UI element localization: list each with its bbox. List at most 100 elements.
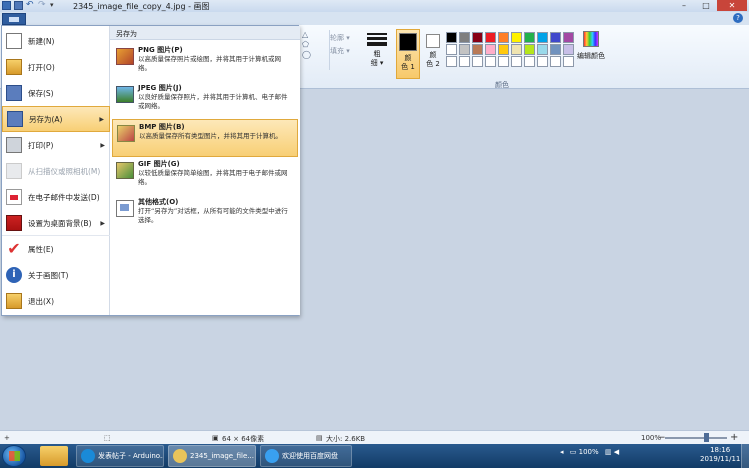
palette-color-swatch[interactable] — [511, 56, 522, 67]
save-as-icon — [7, 111, 23, 127]
palette-color-swatch[interactable] — [472, 32, 483, 43]
palette-color-swatch[interactable] — [459, 32, 470, 43]
palette-color-swatch[interactable] — [446, 32, 457, 43]
palette-color-swatch[interactable] — [524, 56, 535, 67]
palette-color-swatch[interactable] — [498, 32, 509, 43]
close-button[interactable]: ✕ — [717, 0, 747, 11]
palette-color-swatch[interactable] — [472, 56, 483, 67]
shape-fill-button[interactable]: 填充 ▾ — [330, 46, 350, 56]
palette-color-swatch[interactable] — [511, 32, 522, 43]
save-as-option[interactable]: 其他格式(O) 打开“另存为”对话框，从所有可能的文件类型中进行选择。 — [112, 195, 298, 233]
file-menu-item[interactable]: ✔ 属性(E) — [2, 236, 110, 262]
palette-color-swatch[interactable] — [524, 32, 535, 43]
zoom-in-button[interactable]: + — [730, 432, 738, 443]
speech-bubble-shape-icon[interactable]: ◯ — [302, 50, 329, 60]
palette-color-swatch[interactable] — [459, 44, 470, 55]
size-label: 粗 细 ▾ — [370, 50, 384, 67]
palette-color-swatch[interactable] — [511, 44, 522, 55]
customize-toolbar-dropdown-icon[interactable]: ▾ — [50, 1, 59, 10]
save-as-option-title: JPEG 图片(J) — [138, 84, 182, 92]
scanner-icon — [6, 163, 22, 179]
paint-app-icon[interactable] — [2, 1, 11, 10]
maximize-button[interactable]: □ — [695, 0, 717, 11]
volume-icon[interactable]: ◀ — [614, 448, 619, 456]
clock[interactable]: 18:16 2019/11/11 — [700, 446, 740, 464]
file-menu-item[interactable]: 设置为桌面背景(B) ▶ — [2, 210, 110, 236]
file-menu-button[interactable] — [2, 13, 26, 25]
zoom-slider-thumb[interactable] — [704, 433, 709, 442]
baidu-netdisk-icon — [265, 449, 279, 463]
save-as-option[interactable]: JPEG 图片(J) 以良好质量保存照片，并将其用于计算机、电子邮件或网络。 — [112, 81, 298, 119]
file-explorer-icon[interactable] — [40, 446, 68, 466]
file-menu-item[interactable]: 另存为(A) ▶ — [2, 106, 110, 132]
size-button[interactable]: 粗 细 ▾ — [365, 31, 389, 79]
minimize-button[interactable]: – — [673, 0, 695, 11]
network-icon[interactable]: ▥ — [605, 448, 612, 456]
save-as-option-title: BMP 图片(B) — [139, 123, 185, 131]
help-icon[interactable]: ? — [733, 13, 743, 23]
color-2-swatch — [426, 34, 440, 48]
palette-color-swatch[interactable] — [446, 56, 457, 67]
palette-color-swatch[interactable] — [472, 44, 483, 55]
palette-color-swatch[interactable] — [537, 56, 548, 67]
taskbar-button-baidu[interactable]: 欢迎使用百度网盘 — [260, 445, 352, 467]
file-menu-item-label: 打开(O) — [28, 62, 55, 72]
taskbar-button-arduino[interactable]: 发表帖子 - Arduino... — [76, 445, 164, 467]
shapes-gallery[interactable]: △ ⬠ ◯ — [302, 30, 330, 70]
battery-icon[interactable]: ▭ — [570, 448, 577, 456]
zoom-slider[interactable] — [665, 437, 727, 439]
palette-color-swatch[interactable] — [498, 56, 509, 67]
palette-color-swatch[interactable] — [485, 44, 496, 55]
tray-expand-icon[interactable]: ◂ — [560, 448, 564, 456]
palette-color-swatch[interactable] — [459, 56, 470, 67]
taskbar: 发表帖子 - Arduino... 2345_image_file... 欢迎使… — [0, 444, 749, 468]
palette-color-swatch[interactable] — [524, 44, 535, 55]
palette-color-swatch[interactable] — [563, 56, 574, 67]
show-desktop-button[interactable] — [741, 444, 749, 468]
color-1-button[interactable]: 颜 色 1 — [396, 29, 420, 79]
edit-colors-icon — [583, 31, 599, 47]
palette-color-swatch[interactable] — [550, 32, 561, 43]
taskbar-button-paint[interactable]: 2345_image_file... — [168, 445, 256, 467]
color-2-button[interactable]: 颜 色 2 — [422, 29, 444, 79]
save-as-option[interactable]: GIF 图片(G) 以较低质量保存简单绘图，并将其用于电子邮件或网络。 — [112, 157, 298, 195]
palette-color-swatch[interactable] — [563, 44, 574, 55]
palette-color-swatch[interactable] — [537, 32, 548, 43]
palette-color-swatch[interactable] — [563, 32, 574, 43]
system-tray: ◂ ▭ 100% ▥ ◀ — [560, 448, 619, 456]
palette-color-swatch[interactable] — [498, 44, 509, 55]
palette-color-swatch[interactable] — [446, 44, 457, 55]
file-menu: 新建(N) 打开(O) 保存(S) 另存为(A) ▶ 打印(P) ▶ 从扫描仪或照相机(M) 在… — [1, 25, 300, 316]
file-menu-item[interactable]: 在电子邮件中发送(D) — [2, 184, 110, 210]
palette-color-swatch[interactable] — [485, 32, 496, 43]
about-info-icon: i — [6, 267, 22, 283]
submenu-arrow-icon: ▶ — [100, 219, 105, 227]
file-menu-item[interactable]: i 关于画图(T) — [2, 262, 110, 288]
edit-colors-button[interactable]: 编辑颜色 — [576, 31, 606, 61]
menu-separator — [2, 235, 110, 236]
redo-icon[interactable]: ↷ — [38, 1, 47, 10]
file-menu-item[interactable]: 打开(O) — [2, 54, 110, 80]
taskbar-button-label: 2345_image_file... — [190, 452, 254, 460]
palette-color-swatch[interactable] — [485, 56, 496, 67]
file-menu-item[interactable]: 退出(X) — [2, 288, 110, 314]
window-controls: – □ ✕ — [673, 0, 747, 11]
palette-color-swatch[interactable] — [550, 44, 561, 55]
color-2-label: 颜 色 2 — [426, 51, 440, 68]
pentagon-shape-icon[interactable]: ⬠ — [302, 40, 329, 50]
file-menu-commands: 新建(N) 打开(O) 保存(S) 另存为(A) ▶ 打印(P) ▶ 从扫描仪或照相机(M) 在… — [2, 26, 110, 315]
file-menu-item[interactable]: 保存(S) — [2, 80, 110, 106]
palette-color-swatch[interactable] — [537, 44, 548, 55]
file-menu-item[interactable]: 打印(P) ▶ — [2, 132, 110, 158]
triangle-shape-icon[interactable]: △ — [302, 30, 329, 40]
save-as-option[interactable]: PNG 图片(P) 以高质量保存照片或绘图，并将其用于计算机或网络。 — [112, 43, 298, 81]
file-menu-item[interactable]: 新建(N) — [2, 28, 110, 54]
shape-outline-button[interactable]: 轮廓 ▾ — [330, 33, 350, 43]
palette-color-swatch[interactable] — [550, 56, 561, 67]
save-as-option[interactable]: BMP 图片(B) 以高质量保存所有类型图片，并将其用于计算机。 — [112, 119, 298, 157]
quick-save-icon[interactable] — [14, 1, 23, 10]
image-dimensions: 64 × 64像素 — [222, 435, 265, 443]
start-button[interactable] — [2, 445, 26, 467]
undo-icon[interactable]: ↶ — [26, 1, 35, 10]
title-bar: ↶ ↷ ▾ 2345_image_file_copy_4.jpg - 画图 – … — [0, 0, 749, 12]
